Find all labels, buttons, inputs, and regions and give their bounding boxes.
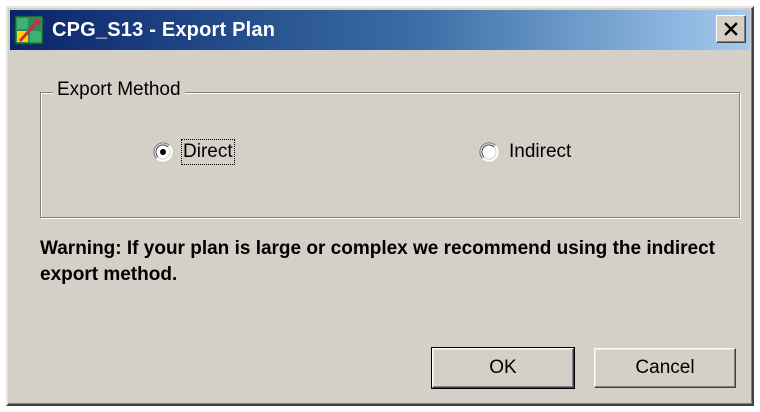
warning-message: Warning: If your plan is large or comple… [40,238,715,285]
app-icon [14,15,44,45]
ok-button[interactable]: OK [431,347,575,389]
radio-selected-icon [153,142,173,162]
export-plan-dialog: CPG_S13 - Export Plan Export Method Dire… [6,6,754,406]
export-method-group: Export Method Direct Indirect [40,79,740,218]
radio-unselected-icon [479,142,499,162]
indirect-radio-option[interactable]: Indirect [479,139,573,165]
window-title: CPG_S13 - Export Plan [52,18,276,41]
cancel-button[interactable]: Cancel [594,348,736,388]
direct-radio-option[interactable]: Direct [153,139,235,165]
export-method-legend: Export Method [53,79,185,101]
title-bar[interactable]: CPG_S13 - Export Plan [10,10,750,50]
close-button[interactable] [716,15,746,43]
close-icon [724,22,738,36]
direct-radio-label: Direct [181,139,235,165]
indirect-radio-label: Indirect [509,141,572,162]
